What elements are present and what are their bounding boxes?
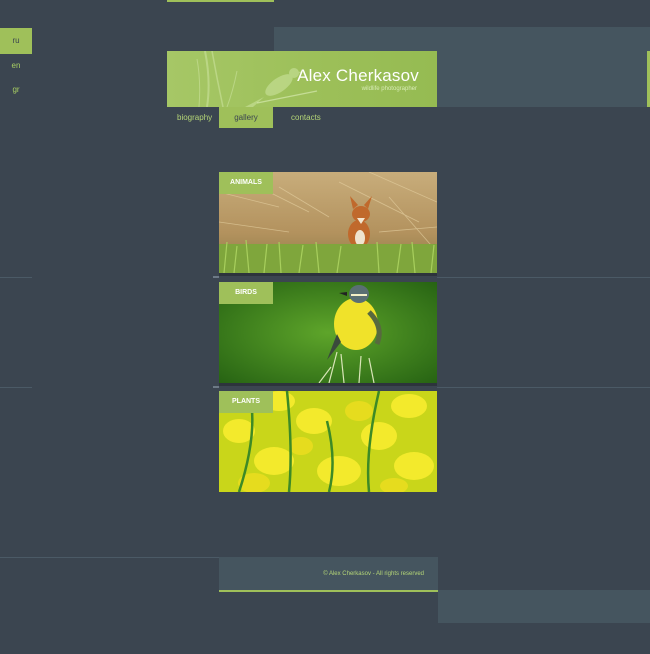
- nav-contacts[interactable]: contacts: [291, 107, 321, 128]
- language-ru[interactable]: ru: [0, 28, 32, 54]
- copyright-text: © Alex Cherkasov - All rights reserved: [323, 571, 424, 577]
- footer: © Alex Cherkasov - All rights reserved: [219, 557, 438, 592]
- gallery-label-animals: ANIMALS: [219, 172, 273, 194]
- header-banner: Alex Cherkasov wildlife photographer: [167, 51, 437, 107]
- gallery-divider: [219, 273, 437, 276]
- separator-marker: [213, 276, 219, 278]
- footer-background-block: [438, 590, 650, 623]
- gallery-divider: [219, 383, 437, 386]
- gallery-birds[interactable]: BIRDS: [219, 282, 437, 383]
- separator-line: [437, 277, 650, 278]
- footer-separator-line: [0, 557, 219, 558]
- nav-gallery[interactable]: gallery: [219, 107, 273, 128]
- language-gr[interactable]: gr: [0, 78, 32, 102]
- gallery-label-plants: PLANTS: [219, 391, 273, 413]
- separator-line: [0, 387, 32, 388]
- language-menu: ru en gr: [0, 28, 32, 102]
- separator-line: [0, 277, 32, 278]
- site-title: Alex Cherkasov: [297, 66, 419, 85]
- gallery-animals[interactable]: ANIMALS: [219, 172, 437, 273]
- gallery-label-birds: BIRDS: [219, 282, 273, 304]
- language-en[interactable]: en: [0, 54, 32, 78]
- separator-line: [437, 387, 650, 388]
- top-accent-bar: [167, 0, 274, 2]
- nav-biography[interactable]: biography: [177, 107, 212, 128]
- site-subtitle: wildlife photographer: [361, 86, 417, 92]
- gallery-plants[interactable]: PLANTS: [219, 391, 437, 492]
- separator-marker: [213, 386, 219, 388]
